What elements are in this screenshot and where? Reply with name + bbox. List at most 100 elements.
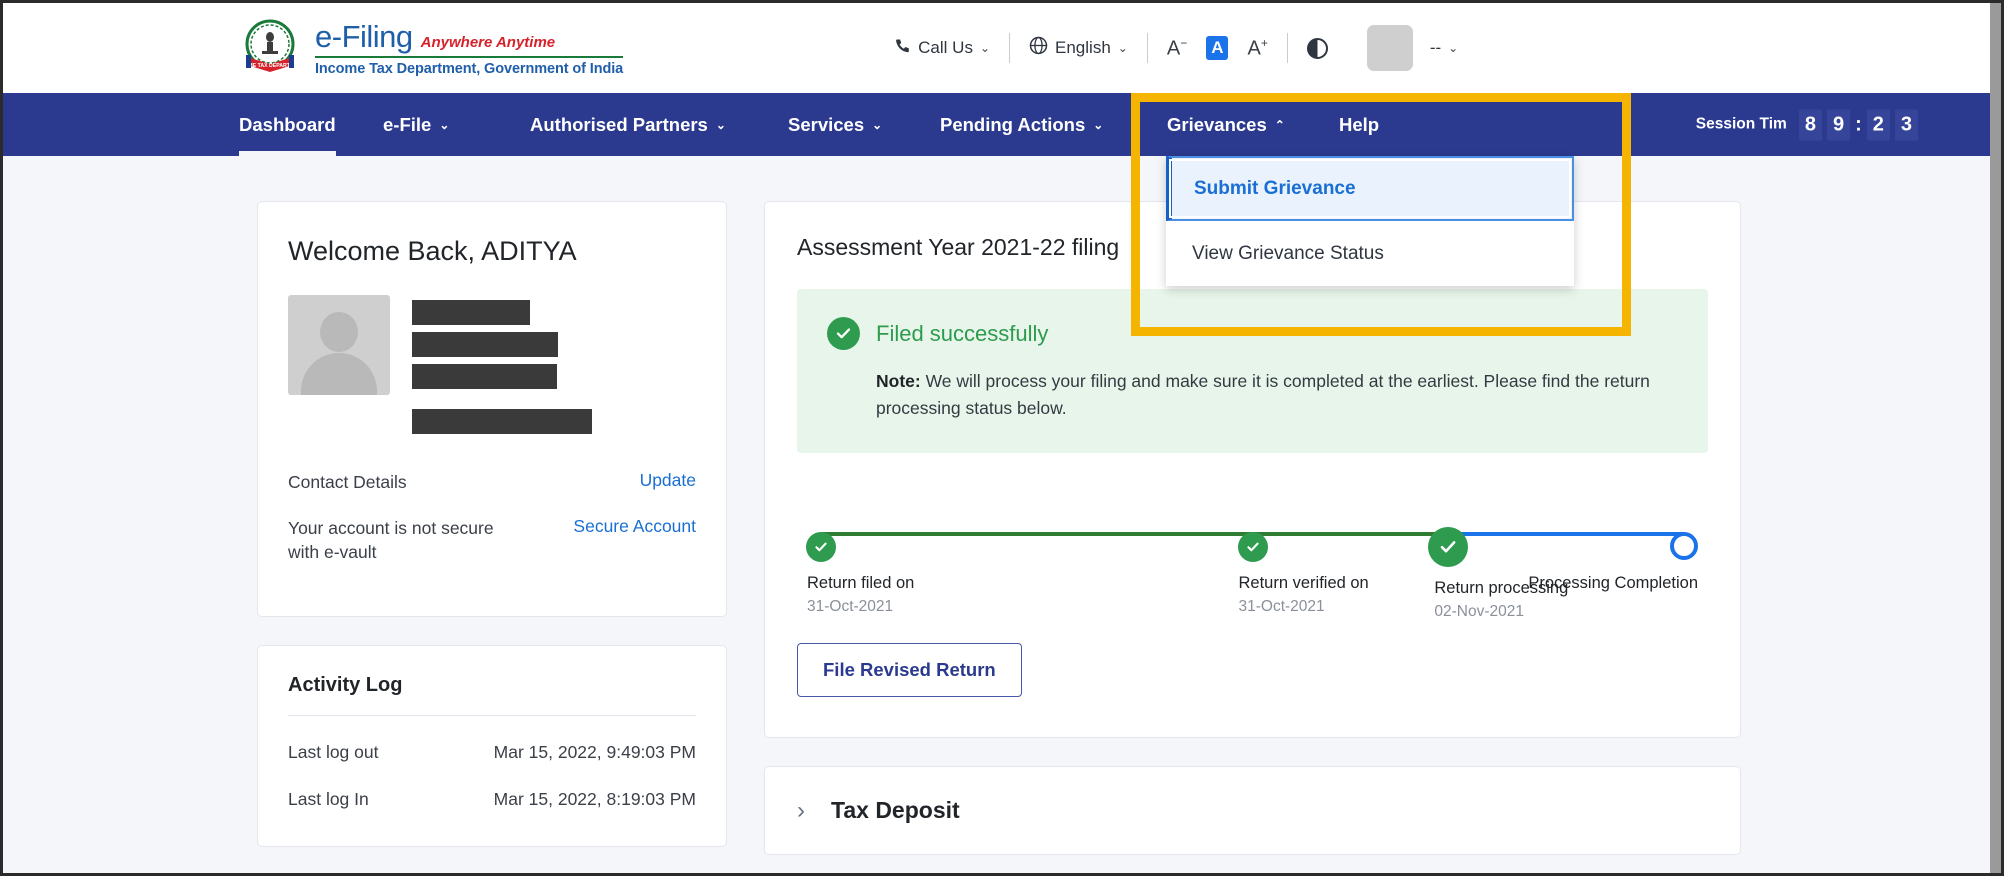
chevron-down-icon: ⌄ (1093, 117, 1104, 132)
activity-label: Last log In (288, 789, 369, 810)
header-tools: Call Us ⌄ English ⌄ A− A A+ -- ⌄ (875, 25, 1458, 71)
session-timer-label: Session Tim (1695, 115, 1787, 133)
filing-progress-stepper: Return filed on 31-Oct-2021 Return verif… (797, 515, 1708, 620)
chevron-down-icon: ⌄ (1117, 41, 1128, 55)
chevron-down-icon: ⌄ (979, 41, 991, 55)
step-node-current (1428, 527, 1469, 568)
welcome-title: Welcome Back, ADITYA (288, 236, 577, 266)
main-content: Welcome Back, ADITYA Contact Details Upd… (3, 156, 1990, 873)
nav-item-grievances[interactable]: Grievances ⌃ (1167, 93, 1285, 156)
nav-item-pending-actions[interactable]: Pending Actions ⌄ (940, 93, 1103, 156)
nav-label: Dashboard (239, 113, 336, 135)
profile-info-rows: Contact Details Update Your account is n… (288, 470, 696, 564)
user-menu[interactable]: -- ⌄ (1430, 38, 1458, 58)
timer-colon: : (1855, 113, 1862, 135)
activity-value: Mar 15, 2022, 9:49:03 PM (493, 742, 696, 763)
language-menu[interactable]: English ⌄ (1010, 36, 1147, 60)
phone-icon (894, 37, 911, 59)
step-label: Return filed on (807, 574, 915, 593)
tax-deposit-accordion[interactable]: › Tax Deposit (764, 766, 1741, 856)
stepper-segment-active (1438, 532, 1684, 537)
alert-note: Note: We will process your filing and ma… (876, 368, 1678, 421)
user-label: -- (1429, 38, 1442, 57)
timer-digit: 9 (1826, 109, 1851, 140)
india-emblem-icon: INCOME TAX DEPARTMENT (235, 17, 305, 79)
nav-label: Authorised Partners (530, 113, 708, 135)
note-text: We will process your filing and make sur… (876, 371, 1650, 418)
session-timer: Session Tim 8 9 : 2 3 (1696, 109, 1918, 140)
call-us-label: Call Us (918, 38, 973, 57)
chevron-down-icon: ⌄ (872, 117, 883, 132)
contrast-toggle[interactable] (1288, 37, 1347, 59)
contact-details-row: Contact Details Update (288, 470, 696, 494)
site-logo[interactable]: INCOME TAX DEPARTMENT e-Filing Anywhere … (235, 17, 624, 79)
redacted-details (412, 295, 592, 434)
secure-account-link[interactable]: Secure Account (573, 516, 696, 537)
chevron-up-icon: ⌃ (1274, 117, 1285, 132)
brand-subtitle: Income Tax Department, Government of Ind… (315, 61, 624, 77)
page-scrollbar[interactable] (1990, 3, 2001, 873)
font-size-controls: A− A A+ (1148, 36, 1287, 60)
secure-account-row: Your account is not secure with e-vault … (288, 516, 696, 564)
left-column: Welcome Back, ADITYA Contact Details Upd… (257, 201, 727, 848)
welcome-card: Welcome Back, ADITYA Contact Details Upd… (257, 201, 727, 618)
alert-header: Filed successfully (827, 317, 1678, 350)
step-date: 31-Oct-2021 (1238, 598, 1325, 616)
step-label: Return verified on (1238, 574, 1369, 593)
font-normal-button[interactable]: A (1206, 36, 1229, 60)
alert-title: Filed successfully (876, 320, 1049, 346)
contact-details-label: Contact Details (288, 472, 407, 492)
file-revised-return-button[interactable]: File Revised Return (797, 643, 1022, 698)
nav-label: Grievances (1167, 113, 1267, 135)
note-label: Note: (876, 371, 921, 391)
step-label: Processing Completion (1528, 574, 1698, 593)
right-column: Assessment Year 2021-22 filing Filed suc… (764, 201, 1741, 856)
step-date: 31-Oct-2021 (807, 598, 894, 616)
redacted-bar (412, 409, 592, 434)
timer-digit: 8 (1798, 109, 1822, 140)
font-increase-button[interactable]: A+ (1247, 37, 1267, 59)
nav-item-e-file[interactable]: e-File ⌄ (383, 93, 449, 156)
step-node-pending (1670, 532, 1698, 561)
timer-digit: 3 (1894, 109, 1918, 140)
timer-digits: 8 9 : 2 3 (1798, 109, 1918, 140)
update-link[interactable]: Update (640, 470, 696, 491)
activity-label: Last log out (288, 742, 379, 763)
chevron-down-icon: ⌄ (715, 117, 726, 132)
step-node-done (806, 532, 836, 563)
globe-icon (1029, 36, 1048, 60)
step-node-done (1237, 532, 1268, 563)
stepper-segment-done (1252, 532, 1439, 537)
redacted-bar (412, 332, 558, 357)
redacted-bar (412, 300, 530, 325)
nav-label: Help (1339, 113, 1380, 135)
scrollbar-thumb[interactable] (1990, 3, 2001, 873)
stepper-segment-done (821, 532, 1253, 537)
redacted-bar (412, 364, 557, 389)
user-avatar-icon (288, 295, 390, 395)
grievances-dropdown-menu: Submit Grievance View Grievance Status (1166, 156, 1574, 286)
tax-deposit-title: Tax Deposit (831, 797, 960, 824)
font-decrease-button[interactable]: A− (1167, 37, 1187, 59)
nav-item-help[interactable]: Help (1339, 93, 1379, 156)
activity-row: Last log In Mar 15, 2022, 8:19:03 PM (288, 789, 696, 810)
timer-digit: 2 (1866, 109, 1890, 140)
nav-item-dashboard[interactable]: Dashboard (239, 93, 336, 156)
call-us-menu[interactable]: Call Us ⌄ (875, 37, 1009, 59)
nav-label: Services (788, 113, 865, 135)
nav-item-services[interactable]: Services ⌄ (788, 93, 882, 156)
avatar[interactable] (1366, 25, 1413, 71)
utility-header: INCOME TAX DEPARTMENT e-Filing Anywhere … (3, 3, 1990, 93)
step-date: 02-Nov-2021 (1434, 603, 1524, 621)
menu-item-view-grievance-status[interactable]: View Grievance Status (1166, 221, 1574, 286)
brand-tagline: Anywhere Anytime (420, 34, 556, 51)
secure-account-text: Your account is not secure with e-vault (288, 518, 494, 563)
success-alert: Filed successfully Note: We will process… (797, 289, 1708, 454)
nav-label: e-File (383, 113, 432, 135)
success-check-icon (827, 317, 860, 350)
nav-item-authorised-partners[interactable]: Authorised Partners ⌄ (530, 93, 726, 156)
nav-label: Pending Actions (940, 113, 1086, 135)
menu-item-submit-grievance[interactable]: Submit Grievance (1166, 156, 1574, 221)
chevron-right-icon: › (797, 796, 805, 824)
profile-row (288, 295, 696, 434)
